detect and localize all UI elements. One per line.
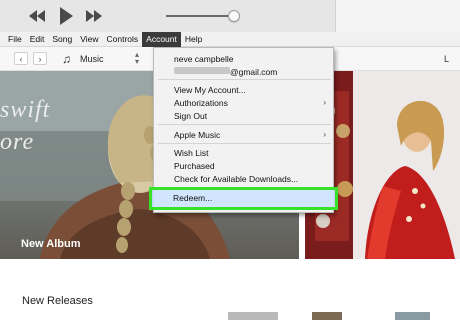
account-email: @gmail.com: [230, 67, 278, 77]
menu-help[interactable]: Help: [181, 32, 206, 47]
volume-slider-knob[interactable]: [228, 10, 240, 22]
music-note-icon: ♫: [62, 52, 71, 66]
release-thumbnail[interactable]: [395, 312, 430, 320]
email-redacted: [174, 67, 230, 74]
menu-item-wish-list[interactable]: Wish List: [174, 148, 208, 158]
menu-separator: [158, 79, 331, 80]
banner-caption: New Album: [21, 238, 81, 250]
release-thumbnail[interactable]: [312, 312, 342, 320]
menu-separator: [158, 143, 331, 144]
chevron-updown-icon[interactable]: ▴ ▾: [135, 51, 139, 66]
release-thumbnail[interactable]: [228, 312, 278, 320]
menu-item-authorizations[interactable]: Authorizations: [174, 98, 228, 108]
menu-item-redeem[interactable]: Redeem...: [173, 193, 212, 203]
menu-item-view-account[interactable]: View My Account...: [174, 85, 246, 95]
play-icon[interactable]: [56, 6, 76, 26]
back-icon[interactable]: ‹: [14, 52, 28, 65]
volume-slider-track[interactable]: [166, 15, 234, 17]
submenu-arrow-icon: ›: [323, 130, 326, 139]
forward-icon[interactable]: ›: [33, 52, 47, 65]
status-display: [335, 0, 460, 32]
media-kind-selector[interactable]: Music: [80, 54, 104, 64]
menu-controls[interactable]: Controls: [103, 32, 143, 47]
menu-item-check-downloads[interactable]: Check for Available Downloads...: [174, 174, 298, 184]
menu-item-sign-out[interactable]: Sign Out: [174, 111, 207, 121]
menu-song[interactable]: Song: [48, 32, 76, 47]
menu-account[interactable]: Account: [142, 31, 181, 47]
account-user-name: neve campbelle: [174, 54, 234, 64]
album-art-text-line2: ore: [0, 129, 35, 155]
menu-item-purchased[interactable]: Purchased: [174, 161, 215, 171]
menu-separator: [158, 124, 331, 125]
submenu-arrow-icon: ›: [323, 98, 326, 107]
player-toolbar: [0, 0, 460, 32]
menu-edit[interactable]: Edit: [26, 32, 49, 47]
fast-forward-icon[interactable]: [83, 6, 105, 26]
menu-bar: File Edit Song View Controls Account Hel…: [0, 31, 460, 47]
rewind-icon[interactable]: [26, 6, 48, 26]
content-area: [0, 259, 460, 320]
menu-file[interactable]: File: [4, 32, 26, 47]
menu-view[interactable]: View: [76, 32, 102, 47]
album-art-text-line1: swift: [0, 97, 51, 123]
library-tab-partial[interactable]: L: [444, 54, 449, 64]
section-title: New Releases: [22, 295, 93, 307]
menu-item-redeem-highlight[interactable]: Redeem...: [149, 187, 338, 210]
menu-item-apple-music[interactable]: Apple Music: [174, 130, 220, 140]
